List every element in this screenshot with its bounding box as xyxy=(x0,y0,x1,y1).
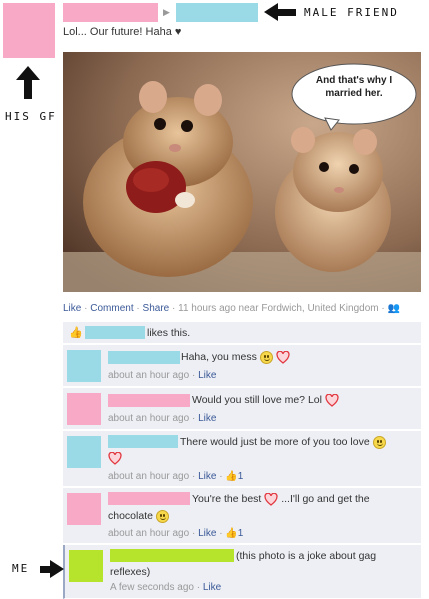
comment-text-cont: ...I'll go and get the xyxy=(281,493,370,505)
share-link[interactable]: Share xyxy=(143,303,170,314)
my-avatar[interactable] xyxy=(69,550,103,582)
comment-time: about an hour ago xyxy=(108,370,190,381)
post-photo[interactable]: And that's why I married her. xyxy=(63,52,421,292)
comment-link[interactable]: Comment xyxy=(90,303,133,314)
commenter-name-redacted[interactable] xyxy=(108,435,178,448)
male-friend-label: MALE FRIEND xyxy=(304,6,399,19)
commenter-avatar[interactable] xyxy=(67,350,101,382)
likes-row: 👍 likes this. xyxy=(63,322,421,344)
arrow-right-icon: ▶ xyxy=(163,7,170,17)
comment-text: (this photo is a joke about gag xyxy=(236,550,377,562)
smile-emoji-icon xyxy=(259,350,273,364)
comment-text-cont: chocolate xyxy=(108,510,153,522)
comment-time: A few seconds ago xyxy=(110,582,194,593)
heart-icon xyxy=(264,492,278,506)
smile-emoji-icon xyxy=(155,509,169,523)
commenter-name-redacted[interactable] xyxy=(108,394,190,407)
arrow-up-icon xyxy=(16,66,40,80)
commenter-avatar[interactable] xyxy=(67,493,101,525)
commenter-avatar[interactable] xyxy=(67,393,101,425)
comment-4: You're the best ...I'll go and get the c… xyxy=(63,488,421,544)
post-meta: Like · Comment · Share · 11 hours ago ne… xyxy=(63,303,400,314)
his-gf-avatar[interactable] xyxy=(3,3,55,58)
comment-likes-count[interactable]: 👍1 xyxy=(225,528,243,539)
comment-text: You're the best xyxy=(192,493,262,505)
speech-bubble-text: And that's why I married her. xyxy=(315,75,393,99)
comment-time: about an hour ago xyxy=(108,413,190,424)
like-link[interactable]: Like xyxy=(63,303,81,314)
commenter-name-redacted[interactable] xyxy=(108,351,180,364)
heart-icon xyxy=(276,350,290,364)
comment-5: (this photo is a joke about gag reflexes… xyxy=(63,545,421,599)
heart-icon xyxy=(325,393,339,407)
comment-3: There would just be more of you too love… xyxy=(63,431,421,487)
comment-2: Would you still love me? Lol about an ho… xyxy=(63,388,421,430)
post-timestamp: 11 hours ago near Fordwich, United Kingd… xyxy=(178,303,379,314)
comment-time: about an hour ago xyxy=(108,471,190,482)
liker-name-redacted[interactable] xyxy=(85,326,145,339)
comment-likes-count[interactable]: 👍1 xyxy=(225,471,243,482)
comment-1: Haha, you mess about an hour ago · Like xyxy=(63,345,421,387)
thumbs-up-icon: 👍 xyxy=(69,327,83,339)
likes-text: likes this. xyxy=(147,327,191,339)
thumbs-up-icon: 👍 xyxy=(225,471,238,482)
comment-like-link[interactable]: Like xyxy=(203,582,221,593)
commenter-avatar[interactable] xyxy=(67,436,101,468)
comment-like-link[interactable]: Like xyxy=(198,471,216,482)
comment-text: Haha, you mess xyxy=(181,351,257,363)
comment-like-link[interactable]: Like xyxy=(198,413,216,424)
me-label: ME xyxy=(12,562,30,575)
my-name-redacted[interactable] xyxy=(110,549,234,562)
arrow-right-icon xyxy=(50,560,64,578)
poster-name-redacted[interactable] xyxy=(63,3,158,22)
thumbs-up-icon: 👍 xyxy=(225,528,238,539)
comment-text: Would you still love me? Lol xyxy=(192,394,322,406)
comment-text: There would just be more of you too love xyxy=(180,436,370,448)
friends-privacy-icon: 👥 xyxy=(387,303,400,314)
heart-icon xyxy=(108,452,122,465)
smile-emoji-icon xyxy=(372,435,386,449)
comment-like-link[interactable]: Like xyxy=(198,528,216,539)
his-gf-label: HIS GF xyxy=(5,110,57,123)
male-friend-name-redacted[interactable] xyxy=(176,3,258,22)
post-text: Lol... Our future! Haha ♥ xyxy=(63,26,182,38)
comment-text-cont: reflexes) xyxy=(110,566,151,578)
commenter-name-redacted[interactable] xyxy=(108,492,190,505)
comment-like-link[interactable]: Like xyxy=(198,370,216,381)
comment-time: about an hour ago xyxy=(108,528,190,539)
